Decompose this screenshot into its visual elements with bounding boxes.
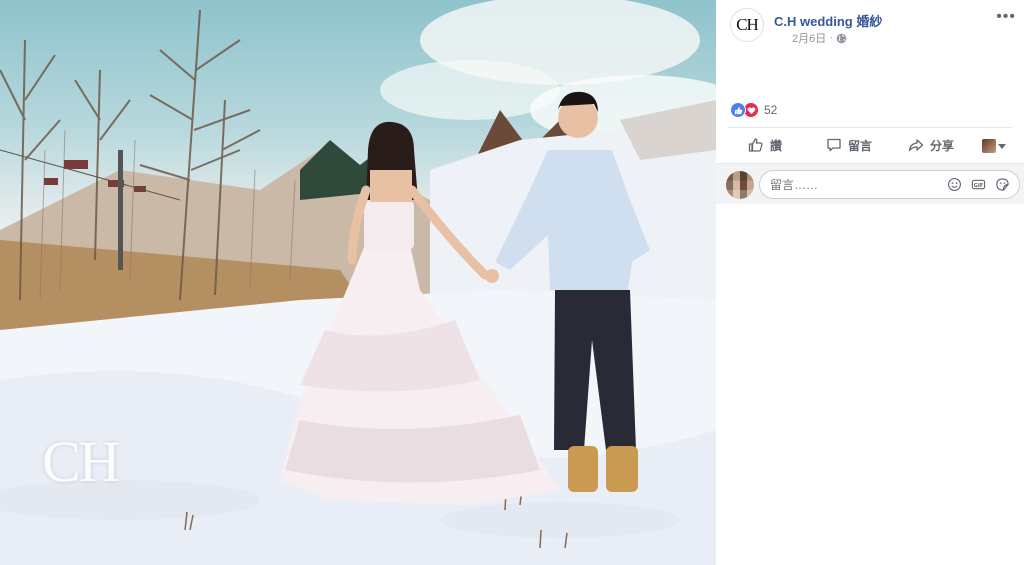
share-arrow-icon bbox=[908, 139, 924, 152]
like-button-label: 讚 bbox=[770, 138, 783, 153]
divider bbox=[728, 127, 1012, 128]
photo-watermark: CH bbox=[42, 429, 121, 494]
comment-button-label: 留言 bbox=[848, 138, 873, 153]
svg-text:GIF: GIF bbox=[974, 183, 984, 189]
like-button[interactable]: 讚 bbox=[748, 131, 782, 159]
meta-separator: · bbox=[829, 32, 833, 44]
share-button-label: 分享 bbox=[930, 138, 955, 153]
more-options-icon[interactable]: ••• bbox=[996, 9, 1016, 25]
post-actions-bar: 讚 留言 分享 bbox=[728, 131, 1018, 159]
thumbs-up-icon bbox=[748, 138, 763, 152]
comment-input-tools: GIF bbox=[947, 177, 1010, 192]
post-date[interactable]: 2月6日 bbox=[792, 30, 826, 46]
chevron-down-icon bbox=[998, 143, 1006, 149]
comment-button[interactable]: 留言 bbox=[826, 131, 872, 159]
post-header: CH C.H wedding 婚紗 2月6日 · ••• bbox=[730, 8, 1020, 48]
post-photo[interactable]: CH bbox=[0, 0, 716, 565]
commenter-avatar bbox=[726, 171, 754, 199]
viewer-avatar bbox=[982, 139, 996, 153]
page-name-link[interactable]: C.H wedding 婚紗 bbox=[774, 11, 882, 30]
share-button[interactable]: 分享 bbox=[908, 131, 954, 159]
post-side-panel: CH C.H wedding 婚紗 2月6日 · ••• 52 讚 留言 分享 … bbox=[716, 0, 1024, 565]
like-reaction-icon bbox=[730, 102, 746, 118]
page-avatar[interactable]: CH bbox=[730, 8, 764, 42]
comment-bubble-icon bbox=[827, 138, 841, 152]
gif-icon[interactable]: GIF bbox=[971, 177, 986, 192]
post-meta: 2月6日 · bbox=[792, 30, 847, 46]
reaction-count: 52 bbox=[764, 103, 778, 117]
viewer-identity-switch[interactable] bbox=[982, 139, 1006, 153]
reaction-summary[interactable]: 52 bbox=[730, 101, 777, 119]
sticker-icon[interactable] bbox=[995, 177, 1010, 192]
globe-icon bbox=[836, 33, 847, 43]
emoji-icon[interactable] bbox=[947, 177, 962, 192]
comment-composer: GIF bbox=[716, 163, 1024, 204]
